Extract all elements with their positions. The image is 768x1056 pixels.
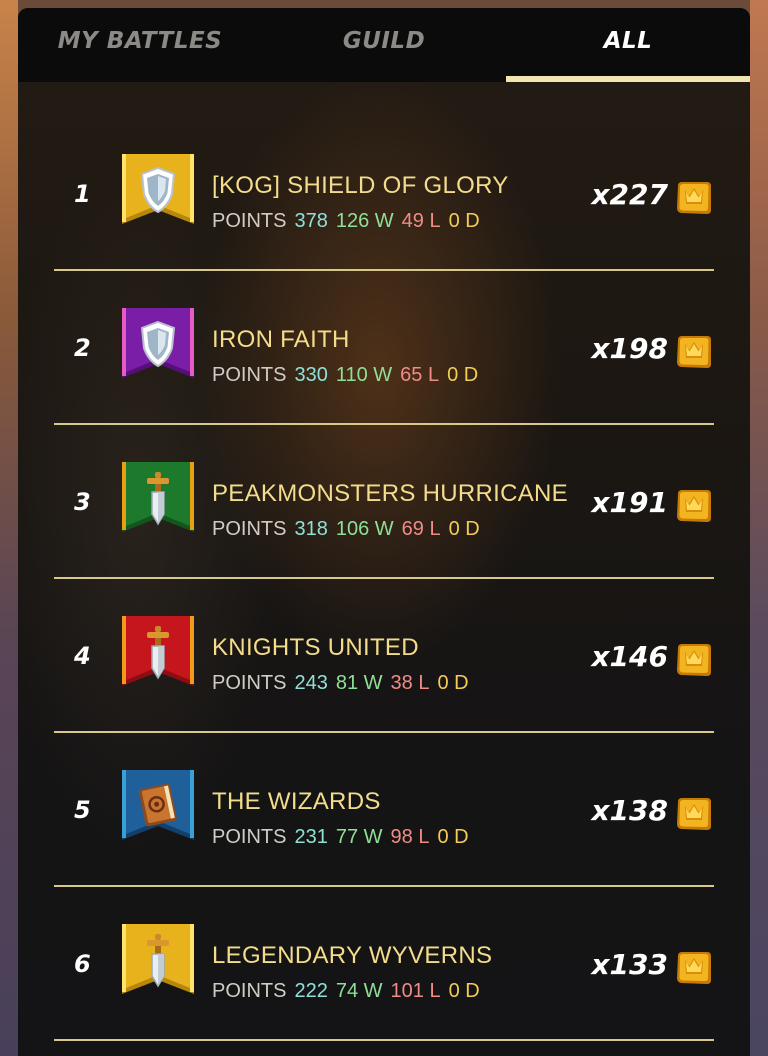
guild-draws: 0 D [447,364,479,386]
guild-row[interactable]: 5 THE WIZARDS POINTS 231 77 W 98 L 0 D x138 [54,740,714,894]
guild-name: THE WIZARDS [212,788,381,815]
guild-rank: 2 [74,334,91,362]
guild-banner-icon [122,616,194,688]
guild-row[interactable]: 3 PEAKMONSTERS HURRICANE POINTS 318 106 W 69 … [54,432,714,586]
crown-count: x146 [591,640,668,673]
guild-losses: 49 L [401,210,441,232]
guild-wins: 106 W [335,518,394,540]
row-divider [54,577,714,579]
guild-rank: 1 [74,180,91,208]
guild-rank: 3 [74,488,91,516]
guild-row[interactable]: 6 LEGENDARY WYVERNS POINTS 222 74 W 101 L 0 D x… [54,894,714,1048]
row-divider [54,885,714,887]
points-label: POINTS [212,826,287,848]
guild-banner-icon [122,462,194,534]
guild-losses: 98 L [390,826,430,848]
crown-count: x227 [591,178,668,211]
points-label: POINTS [212,672,287,694]
guild-banner-icon [122,308,194,380]
guild-rank: 5 [74,796,91,824]
crown-icon [674,486,714,526]
guild-draws: 0 D [448,210,480,232]
guild-draws: 0 D [448,518,480,540]
guild-draws: 0 D [437,672,469,694]
tab-my-battles[interactable]: MY BATTLES [18,8,262,82]
points-label: POINTS [212,980,287,1002]
tab-all[interactable]: ALL [506,8,750,82]
tab-guild[interactable]: GUILD [262,8,506,82]
guild-draws: 0 D [437,826,469,848]
crown-icon [674,948,714,988]
guild-points: 222 [294,980,328,1002]
points-label: POINTS [212,364,287,386]
crown-icon [674,640,714,680]
guild-stats: POINTS 243 81 W 38 L 0 D [212,672,477,695]
guild-stats: POINTS 222 74 W 101 L 0 D [212,980,488,1003]
crown-count: x138 [591,794,668,827]
crown-count: x198 [591,332,668,365]
guild-name: KNIGHTS UNITED [212,634,419,661]
guild-wins: 77 W [335,826,383,848]
guild-name: [KOG] SHIELD OF GLORY [212,172,509,199]
guild-wins: 110 W [335,364,393,386]
leaderboard-panel: MY BATTLES GUILD ALL 1 [KOG] SHIELD OF GL… [18,8,750,1056]
guild-losses: 65 L [400,364,440,386]
guild-stats: POINTS 330 110 W 65 L 0 D [212,364,486,387]
guild-row[interactable]: 2 IRON FAITH POINTS 330 110 W 65 L 0 D x198 [54,278,714,432]
guild-points: 231 [294,826,328,848]
guild-wins: 81 W [335,672,383,694]
crown-count: x133 [591,948,668,981]
row-divider [54,269,714,271]
tab-bar: MY BATTLES GUILD ALL [18,8,750,82]
guild-stats: POINTS 378 126 W 49 L 0 D [212,210,488,233]
points-label: POINTS [212,210,287,232]
guild-points: 243 [294,672,328,694]
crown-icon [674,332,714,372]
guild-name: PEAKMONSTERS HURRICANE [212,480,568,507]
guild-rank: 6 [74,950,91,978]
guild-banner-icon [122,770,194,842]
guild-points: 378 [294,210,328,232]
guild-losses: 69 L [401,518,441,540]
guild-points: 330 [294,364,328,386]
guild-stats: POINTS 318 106 W 69 L 0 D [212,518,488,541]
background-right-edge [750,0,768,1056]
row-divider [54,423,714,425]
guild-losses: 38 L [390,672,430,694]
points-label: POINTS [212,518,287,540]
guild-row[interactable]: 1 [KOG] SHIELD OF GLORY POINTS 378 126 W 49 L… [54,124,714,278]
background-left-edge [0,0,18,1056]
guild-stats: POINTS 231 77 W 98 L 0 D [212,826,477,849]
crown-icon [674,178,714,218]
guild-banner-icon [122,924,194,996]
guild-rank: 4 [74,642,91,670]
crown-icon [674,794,714,834]
guild-wins: 74 W [335,980,383,1002]
guild-points: 318 [294,518,328,540]
guild-wins: 126 W [335,210,394,232]
guild-name: LEGENDARY WYVERNS [212,942,493,969]
guild-row[interactable]: 4 KNIGHTS UNITED POINTS 243 81 W 38 L 0 D x146 [54,586,714,740]
guild-list: 1 [KOG] SHIELD OF GLORY POINTS 378 126 W 49 L… [54,124,714,1048]
row-divider [54,1039,714,1041]
guild-losses: 101 L [390,980,441,1002]
guild-draws: 0 D [448,980,480,1002]
row-divider [54,731,714,733]
crown-count: x191 [591,486,668,519]
guild-name: IRON FAITH [212,326,350,353]
guild-banner-icon [122,154,194,226]
